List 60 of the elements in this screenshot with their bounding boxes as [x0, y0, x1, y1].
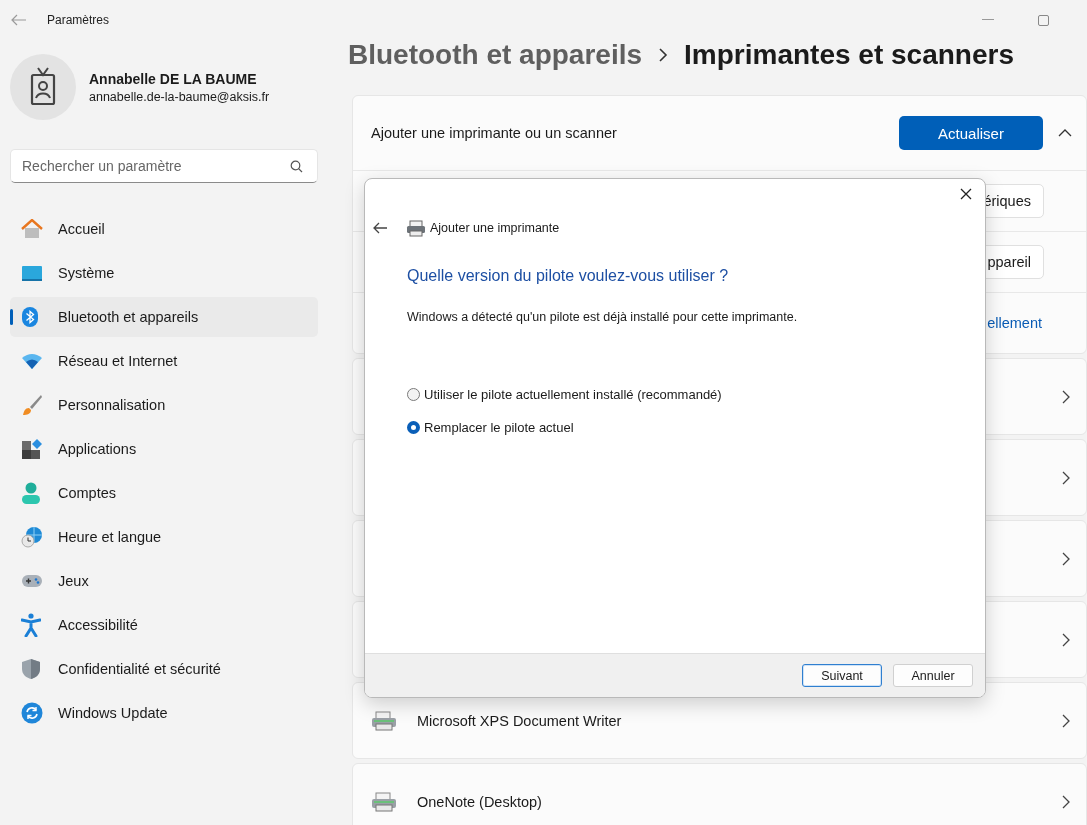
- radio-button[interactable]: [407, 388, 420, 401]
- breadcrumb-item: Imprimantes et scanners: [684, 39, 1014, 71]
- search-field[interactable]: Rechercher un paramètre: [10, 149, 318, 183]
- nav-item[interactable]: Windows Update: [10, 693, 318, 733]
- gamepad-icon: [21, 574, 43, 588]
- breadcrumb-item[interactable]: Bluetooth et appareils: [348, 39, 643, 71]
- chevron-right-icon: [1062, 470, 1070, 485]
- nav-item[interactable]: Personnalisation: [10, 385, 318, 425]
- dialog-heading: Quelle version du pilote voulez-vous utiliser ?: [407, 267, 730, 285]
- printer-icon: [371, 710, 397, 731]
- account-name: Annabelle DE LA BAUME: [89, 70, 258, 87]
- nav-item[interactable]: Comptes: [10, 473, 318, 513]
- shield-icon: [21, 658, 41, 680]
- nav-item[interactable]: Applications: [10, 429, 318, 469]
- globe-clock-icon: [21, 526, 43, 548]
- maximize-icon[interactable]: [1038, 14, 1049, 26]
- nav-item[interactable]: Heure et langue: [10, 517, 318, 557]
- minimize-icon[interactable]: [982, 19, 994, 21]
- option-link[interactable]: ellement: [987, 315, 1044, 331]
- account-email: annabelle.de-la-baume@aksis.fr: [89, 89, 270, 104]
- chevron-right-icon: [1062, 713, 1070, 728]
- chevron-right-icon: [658, 47, 669, 63]
- paintbrush-icon: [21, 394, 43, 416]
- printer-card[interactable]: OneNote (Desktop): [352, 763, 1087, 825]
- chevron-right-icon: [1062, 551, 1070, 566]
- avatar-icon: [10, 54, 76, 120]
- monitor-icon: [21, 264, 43, 282]
- nav-item[interactable]: Jeux: [10, 561, 318, 601]
- close-icon[interactable]: [960, 188, 972, 200]
- option-label[interactable]: Remplacer le pilote actuel: [424, 420, 574, 435]
- person-icon: [21, 482, 41, 504]
- nav-item[interactable]: Accueil: [10, 209, 318, 249]
- radio-button[interactable]: [407, 421, 420, 434]
- apps-icon: [21, 438, 43, 460]
- section-label: Ajouter une imprimante ou un scanner: [371, 125, 618, 141]
- dialog-button[interactable]: Suivant: [802, 664, 882, 687]
- nav-item[interactable]: Accessibilité: [10, 605, 318, 645]
- option-label[interactable]: Utiliser le pilote actuellement installé (recommandé): [424, 387, 722, 402]
- chevron-up-icon[interactable]: [1057, 129, 1072, 137]
- house-icon: [21, 219, 43, 239]
- accessibility-icon: [21, 613, 41, 637]
- nav-item[interactable]: Système: [10, 253, 318, 293]
- nav-item[interactable]: Bluetooth et appareils: [10, 297, 318, 337]
- dialog-description: Windows a détecté qu'un pilote est déjà installé pour cette imprimante.: [407, 310, 799, 324]
- refresh-button[interactable]: Actualiser: [899, 116, 1043, 150]
- nav-item[interactable]: Confidentialité et sécurité: [10, 649, 318, 689]
- chevron-right-icon: [1062, 794, 1070, 809]
- sync-icon: [21, 702, 43, 724]
- chevron-right-icon: [1062, 632, 1070, 647]
- search-icon: [290, 160, 303, 173]
- chevron-right-icon: [1062, 389, 1070, 404]
- nav-item[interactable]: Réseau et Internet: [10, 341, 318, 381]
- window-title: Paramètres: [47, 13, 110, 27]
- printer-icon: [371, 791, 397, 812]
- wifi-icon: [21, 353, 43, 369]
- printer-icon: [406, 219, 426, 237]
- dialog-button[interactable]: Annuler: [893, 664, 973, 687]
- bluetooth-icon: [21, 306, 39, 328]
- dialog-title: Ajouter une imprimante: [430, 221, 560, 235]
- back-arrow-icon[interactable]: [373, 222, 388, 234]
